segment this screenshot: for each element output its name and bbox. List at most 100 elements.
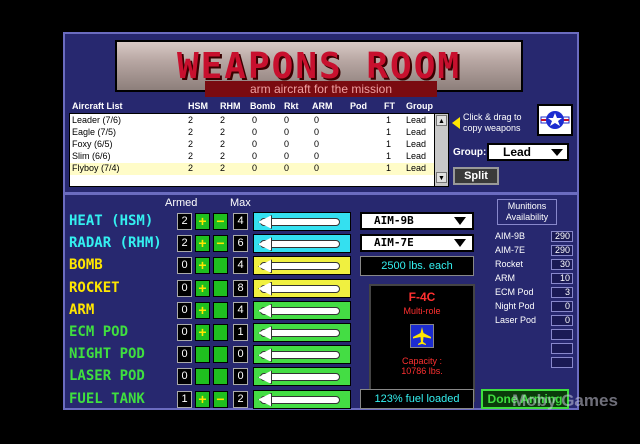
aircraft-row[interactable]: Eagle (7/5) 2 2 0 0 0 1 Lead	[70, 127, 435, 139]
aircraft-row[interactable]: Leader (7/6) 2 2 0 0 0 1 Lead	[70, 115, 435, 127]
munition-count	[551, 329, 573, 340]
fuel-info: 123% fuel loaded	[360, 389, 474, 409]
minus-button[interactable]	[213, 346, 228, 364]
minus-button[interactable]	[213, 301, 228, 319]
plus-button[interactable]: +	[195, 390, 210, 408]
scroll-down-icon[interactable]: ▼	[436, 172, 447, 183]
plus-button[interactable]: +	[195, 235, 210, 253]
weapon-row: ROCKET 0 +8	[65, 278, 355, 299]
armed-count: 0	[177, 346, 192, 364]
munition-label: AIM-9B	[495, 231, 526, 241]
weapon-icon	[260, 306, 340, 315]
munition-count: 10	[551, 273, 573, 284]
weapon-fin-icon	[258, 392, 272, 407]
plus-button[interactable]: +	[195, 257, 210, 275]
aircraft-cell-bomb: 0	[252, 151, 258, 161]
divider	[65, 192, 577, 195]
minus-button[interactable]	[213, 257, 228, 275]
max-count: 8	[233, 279, 248, 297]
munitions-availability-title: Munitions Availability	[497, 199, 557, 225]
weapon-icon	[260, 240, 340, 249]
weapon-image-slot[interactable]	[253, 234, 351, 254]
munition-item: ECM Pod 3	[495, 287, 577, 299]
aircraft-cell-rhm: 2	[220, 139, 226, 149]
munition-label: Night Pod	[495, 301, 535, 311]
plus-button[interactable]: +	[195, 324, 210, 341]
plus-button[interactable]	[195, 346, 210, 364]
scroll-up-icon[interactable]: ▲	[436, 115, 447, 126]
weapon-icon	[260, 351, 340, 360]
aircraft-row[interactable]: Foxy (6/5) 2 2 0 0 0 1 Lead	[70, 139, 435, 151]
weapon-name: LASER POD	[69, 368, 145, 385]
aircraft-list-scrollbar[interactable]: ▲ ▼	[434, 114, 448, 186]
weapon-icon	[260, 262, 340, 271]
max-count: 2	[233, 390, 248, 408]
col-rkt: Rkt	[284, 101, 299, 111]
group-value: Lead	[503, 145, 532, 159]
aircraft-cell-rkt: 0	[284, 115, 290, 125]
aircraft-row[interactable]: Flyboy (7/4) 2 2 0 0 0 1 Lead	[70, 163, 435, 175]
weapon-name: ROCKET	[69, 279, 120, 296]
aircraft-cell-group: Lead	[406, 163, 427, 173]
weapon-image-slot[interactable]	[253, 212, 351, 231]
max-count: 4	[233, 213, 248, 230]
pointer-arrow-icon	[452, 117, 460, 129]
aircraft-cell-name: Flyboy (7/4)	[72, 163, 120, 173]
group-dropdown[interactable]: Lead	[487, 143, 569, 161]
chevron-down-icon	[551, 149, 563, 156]
minus-button[interactable]	[213, 368, 228, 386]
munition-item: AIM-9B 290	[495, 231, 577, 243]
aircraft-row[interactable]: Slim (6/6) 2 2 0 0 0 1 Lead	[70, 151, 435, 163]
aircraft-cell-rkt: 0	[284, 139, 290, 149]
aircraft-list[interactable]: Leader (7/6) 2 2 0 0 0 1 Lead Eagle (7/5) 2 2 0 0 0 1 L…	[69, 113, 449, 187]
weapon-image-slot[interactable]	[253, 389, 351, 409]
weapon-row: NIGHT POD 0 0	[65, 345, 355, 365]
munition-count	[551, 343, 573, 354]
weapon-image-slot[interactable]	[253, 367, 351, 387]
munition-item: Laser Pod 0	[495, 315, 577, 327]
aircraft-role: Multi-role	[403, 306, 441, 316]
col-aircraft-list: Aircraft List	[72, 101, 123, 111]
plus-button[interactable]: +	[195, 279, 210, 297]
minus-button[interactable]: −	[213, 390, 228, 408]
weapon-row: LASER POD 0 0	[65, 367, 355, 387]
rhm-type-value: AIM-7E	[374, 236, 414, 249]
minus-button[interactable]: −	[213, 213, 228, 230]
plus-button[interactable]	[195, 368, 210, 386]
munition-item	[495, 357, 577, 369]
munition-item: AIM-7E 290	[495, 245, 577, 257]
aircraft-cell-ft: 1	[386, 139, 392, 149]
weapon-image-slot[interactable]	[253, 345, 351, 365]
weapon-image-slot[interactable]	[253, 300, 351, 320]
weapon-image-slot[interactable]	[253, 278, 351, 298]
rhm-type-dropdown[interactable]: AIM-7E	[360, 234, 474, 252]
usaf-roundel-icon[interactable]	[537, 104, 573, 136]
weapon-image-slot[interactable]	[253, 256, 351, 276]
hsm-type-dropdown[interactable]: AIM-9B	[360, 212, 474, 230]
armed-column-label: Armed	[165, 197, 198, 209]
weapon-image-slot[interactable]	[253, 323, 351, 342]
max-count: 4	[233, 301, 248, 319]
armed-count: 0	[177, 368, 192, 386]
aircraft-cell-rkt: 0	[284, 163, 290, 173]
aircraft-cell-group: Lead	[406, 127, 427, 137]
munition-count: 30	[551, 259, 573, 270]
weapon-row: RADAR (RHM) 2 + −6	[65, 234, 355, 254]
munition-count: 0	[551, 315, 573, 326]
minus-button[interactable]	[213, 324, 228, 341]
minus-button[interactable]: −	[213, 235, 228, 253]
munition-count	[551, 357, 573, 368]
col-hsm: HSM	[188, 101, 208, 111]
minus-button[interactable]	[213, 279, 228, 297]
split-button[interactable]: Split	[453, 167, 499, 185]
munition-item: ARM 10	[495, 273, 577, 285]
max-count: 0	[233, 346, 248, 364]
plus-button[interactable]: +	[195, 213, 210, 230]
max-count: 4	[233, 257, 248, 275]
plus-button[interactable]: +	[195, 301, 210, 319]
aircraft-cell-rhm: 2	[220, 127, 226, 137]
weapon-icon	[260, 218, 340, 226]
munition-label: ECM Pod	[495, 287, 534, 297]
munition-item: Night Pod 0	[495, 301, 577, 313]
munition-count: 290	[551, 245, 573, 256]
